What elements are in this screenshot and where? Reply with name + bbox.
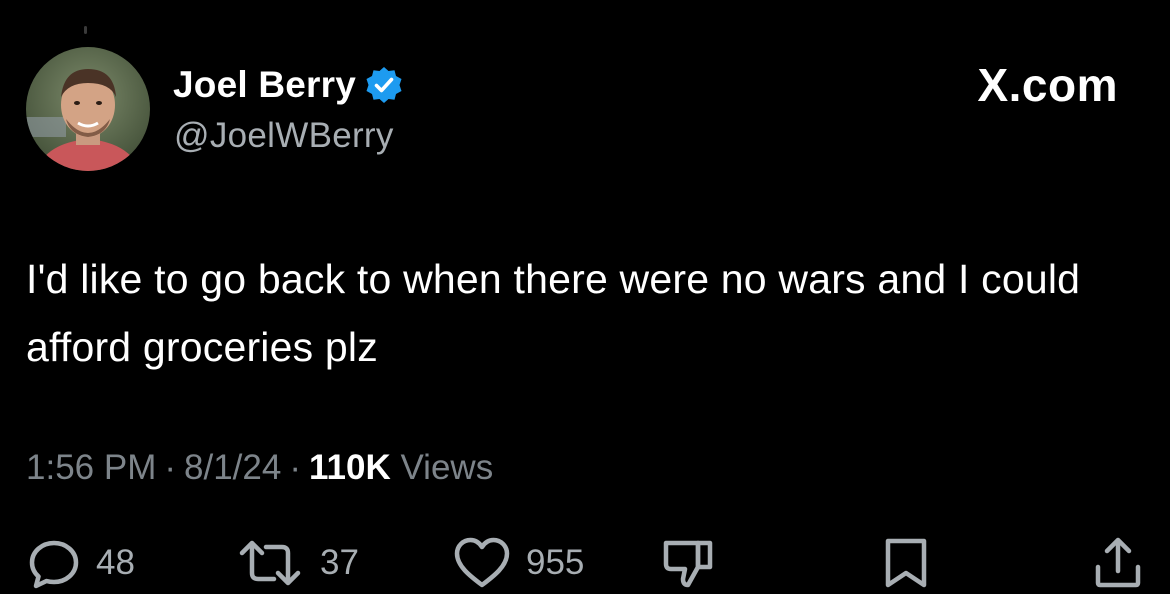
meta-separator: · [164, 448, 177, 487]
bookmark-button[interactable] [878, 532, 934, 594]
brand-logo-text: X.com [977, 59, 1118, 111]
repost-button[interactable]: 37 [234, 532, 359, 594]
reply-count: 48 [96, 543, 135, 582]
dislike-icon [663, 540, 713, 588]
repost-icon [239, 540, 301, 586]
author-display-name[interactable]: Joel Berry [173, 64, 356, 106]
views-label: Views [400, 448, 494, 487]
repost-count: 37 [320, 543, 359, 582]
dislike-button[interactable] [660, 532, 716, 594]
meta-separator: · [289, 448, 301, 487]
action-bar: 48 37 955 [0, 532, 1170, 594]
like-icon [454, 537, 510, 588]
divider-mark [84, 26, 87, 34]
tweet-meta: 1:56 PM · 8/1/24 · 110K Views [26, 448, 493, 488]
tweet-time[interactable]: 1:56 PM [26, 448, 156, 487]
like-count: 955 [526, 543, 585, 582]
author-name-row[interactable]: Joel Berry [173, 62, 404, 108]
bookmark-icon [885, 538, 927, 588]
tweet-card: Joel Berry @JoelWBerry X.com I'd like to… [0, 0, 1170, 594]
reply-icon [29, 540, 79, 589]
views-count[interactable]: 110K [309, 448, 391, 487]
tweet-date[interactable]: 8/1/24 [184, 448, 281, 487]
avatar[interactable] [26, 47, 150, 171]
verified-badge-icon [364, 65, 404, 105]
share-icon [1095, 537, 1141, 588]
like-button[interactable]: 955 [452, 532, 584, 594]
reply-button[interactable]: 48 [26, 532, 135, 594]
author-handle[interactable]: @JoelWBerry [174, 116, 394, 156]
share-button[interactable] [1090, 532, 1146, 594]
tweet-text: I'd like to go back to when there were n… [26, 256, 1081, 370]
avatar-photo [26, 47, 150, 171]
